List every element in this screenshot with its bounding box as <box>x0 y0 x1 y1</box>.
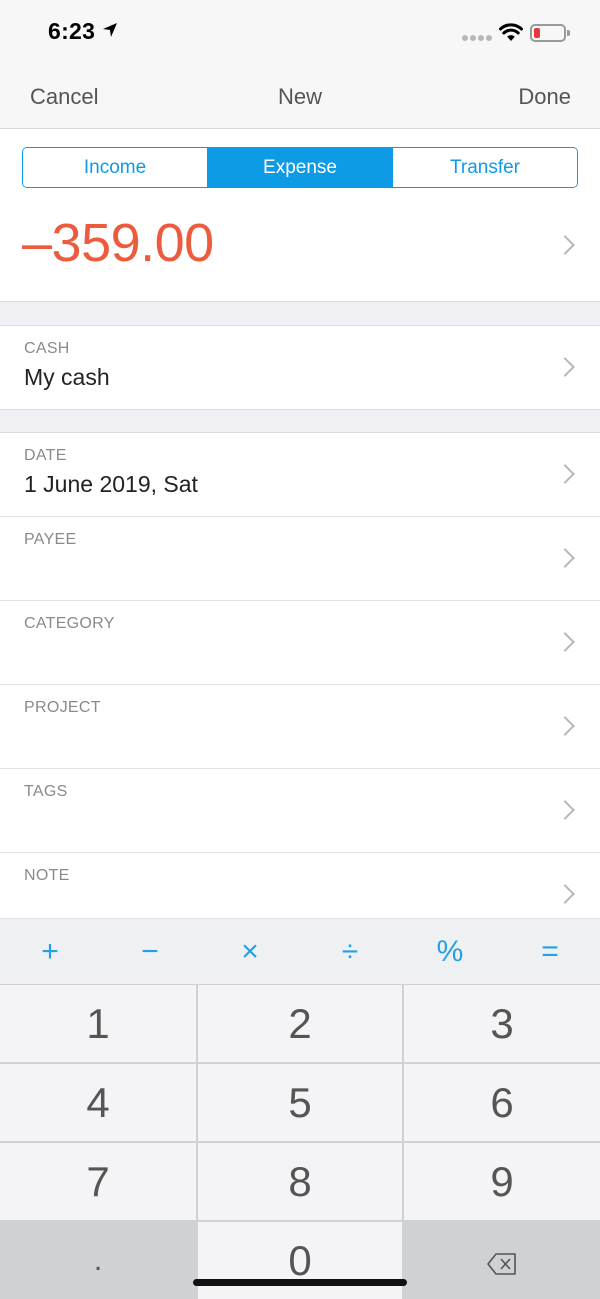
key-4[interactable]: 4 <box>0 1064 196 1141</box>
done-button[interactable]: Done <box>518 84 571 110</box>
divide-key[interactable]: ÷ <box>300 919 400 984</box>
chevron-right-icon <box>555 800 575 820</box>
wifi-icon <box>499 22 523 47</box>
key-decimal[interactable]: . <box>0 1222 196 1299</box>
operator-bar: + − × ÷ % = <box>0 918 600 984</box>
date-value: 1 June 2019, Sat <box>24 471 198 497</box>
segment-transfer[interactable]: Transfer <box>392 148 577 187</box>
segment-income[interactable]: Income <box>23 148 207 187</box>
cellular-signal-icon <box>462 35 492 41</box>
key-2[interactable]: 2 <box>198 985 402 1062</box>
key-1[interactable]: 1 <box>0 985 196 1062</box>
date-row[interactable]: DATE 1 June 2019, Sat <box>0 433 600 517</box>
amount-value: –359.00 <box>22 213 214 273</box>
key-8[interactable]: 8 <box>198 1143 402 1220</box>
key-3[interactable]: 3 <box>404 985 600 1062</box>
cancel-button[interactable]: Cancel <box>30 84 98 110</box>
key-9[interactable]: 9 <box>404 1143 600 1220</box>
key-6[interactable]: 6 <box>404 1064 600 1141</box>
minus-key[interactable]: − <box>100 919 200 984</box>
note-label: NOTE <box>24 867 70 884</box>
payee-row[interactable]: PAYEE <box>0 517 600 601</box>
project-row[interactable]: PROJECT <box>0 685 600 769</box>
tags-label: TAGS <box>24 783 68 800</box>
section-gap <box>0 409 600 433</box>
status-time: 6:23 <box>48 18 96 44</box>
multiply-key[interactable]: × <box>200 919 300 984</box>
home-indicator <box>193 1279 407 1286</box>
transaction-type-segment: Income Expense Transfer <box>22 147 578 188</box>
account-value: My cash <box>24 364 110 390</box>
account-label: CASH <box>24 340 70 357</box>
date-label: DATE <box>24 447 67 464</box>
segment-expense[interactable]: Expense <box>207 148 392 187</box>
status-bar: 6:23 <box>0 0 600 64</box>
tags-row[interactable]: TAGS <box>0 769 600 853</box>
category-label: CATEGORY <box>24 615 115 632</box>
section-gap <box>0 301 600 326</box>
note-row[interactable]: NOTE <box>0 853 600 918</box>
chevron-right-icon <box>555 716 575 736</box>
chevron-right-icon <box>555 884 575 904</box>
equals-key[interactable]: = <box>500 919 600 984</box>
key-7[interactable]: 7 <box>0 1143 196 1220</box>
payee-label: PAYEE <box>24 531 77 548</box>
project-label: PROJECT <box>24 699 101 716</box>
category-row[interactable]: CATEGORY <box>0 601 600 685</box>
chevron-right-icon <box>555 464 575 484</box>
location-arrow-icon <box>102 22 118 43</box>
account-row[interactable]: CASH My cash <box>0 326 600 410</box>
battery-low-icon <box>530 24 570 42</box>
chevron-right-icon <box>555 357 575 377</box>
number-keypad: 1 2 3 4 5 6 7 8 9 . 0 <box>0 984 600 1299</box>
chevron-right-icon <box>555 632 575 652</box>
chevron-right-icon <box>555 235 575 255</box>
key-5[interactable]: 5 <box>198 1064 402 1141</box>
amount-row[interactable]: –359.00 <box>0 188 600 301</box>
key-0[interactable]: 0 <box>198 1222 402 1299</box>
chevron-right-icon <box>555 548 575 568</box>
navigation-bar: Cancel New Done <box>0 64 600 129</box>
percent-key[interactable]: % <box>400 919 500 984</box>
backspace-icon <box>487 1237 517 1285</box>
plus-key[interactable]: + <box>0 919 100 984</box>
backspace-key[interactable] <box>404 1222 600 1299</box>
